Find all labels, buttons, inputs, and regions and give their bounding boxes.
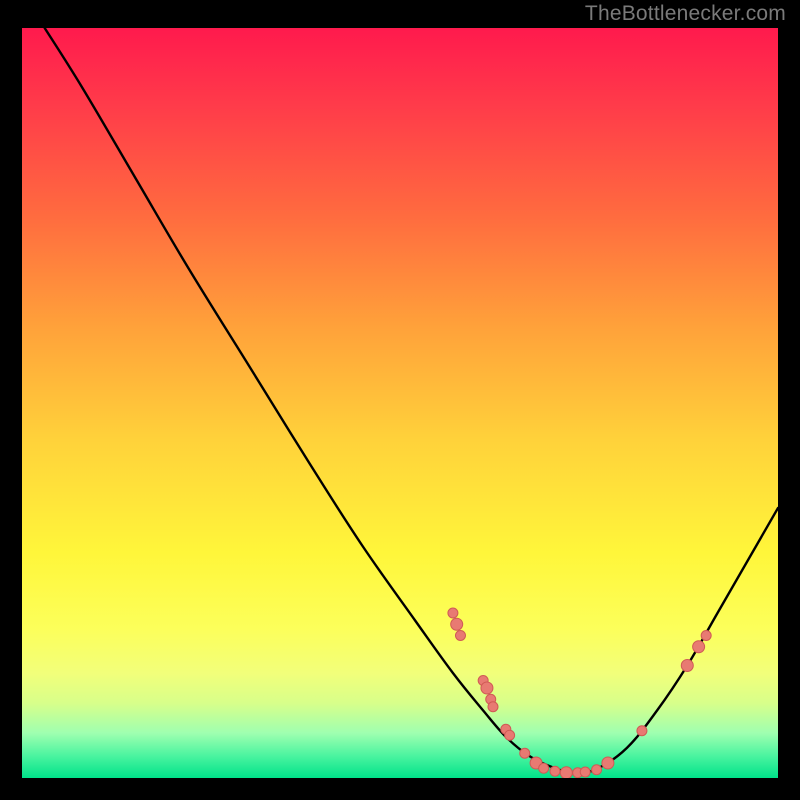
data-point <box>560 767 572 778</box>
data-point <box>520 748 530 758</box>
data-point <box>550 766 560 776</box>
data-point <box>693 641 705 653</box>
attribution-text: TheBottlenecker.com <box>585 2 786 26</box>
data-point <box>451 618 463 630</box>
data-point-markers <box>448 608 711 778</box>
data-point <box>448 608 458 618</box>
data-point <box>602 757 614 769</box>
chart-frame: TheBottlenecker.com <box>0 0 800 800</box>
data-point <box>592 765 602 775</box>
bottleneck-curve <box>45 28 778 773</box>
data-point <box>637 726 647 736</box>
data-point <box>481 682 493 694</box>
plot-area <box>22 28 778 778</box>
data-point <box>488 702 498 712</box>
data-point <box>580 767 590 777</box>
data-point <box>701 631 711 641</box>
curve-overlay <box>22 28 778 778</box>
data-point <box>455 631 465 641</box>
data-point <box>539 763 549 773</box>
data-point <box>681 660 693 672</box>
data-point <box>505 730 515 740</box>
